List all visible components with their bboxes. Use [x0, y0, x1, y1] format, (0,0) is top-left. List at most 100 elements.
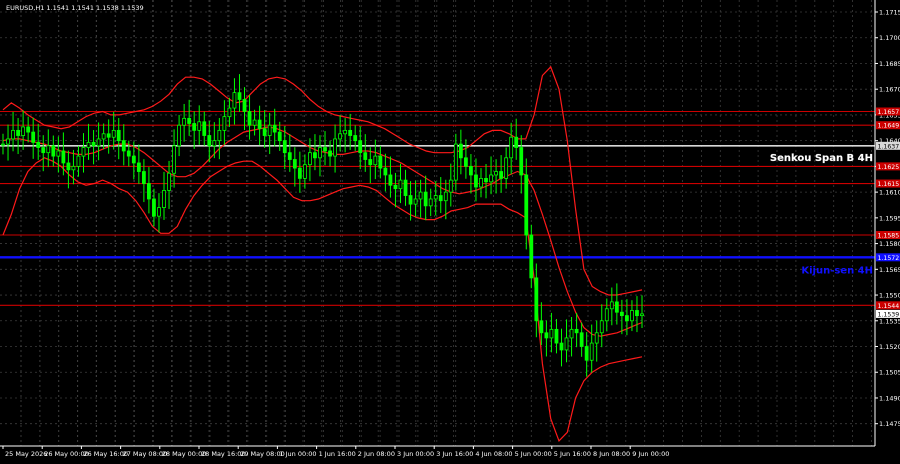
candle-body	[71, 165, 76, 171]
candle-body	[101, 133, 106, 140]
candle-body	[418, 191, 423, 200]
y-tick-label: 1.1550	[879, 292, 900, 300]
senkou-label: Senkou Span B 4H	[770, 153, 873, 164]
candle-body	[96, 138, 101, 147]
candle-body	[212, 140, 217, 147]
candle-body	[187, 117, 192, 124]
candle-body	[363, 152, 368, 160]
x-tick-label: 29 May 08:00	[240, 450, 285, 458]
candle-body	[438, 195, 443, 202]
candle-body	[484, 177, 488, 183]
candle-body	[494, 171, 498, 176]
candle-body	[423, 191, 428, 207]
candle-body	[76, 155, 81, 167]
candle-body	[554, 328, 559, 344]
candle-body	[157, 207, 161, 217]
candle-body	[207, 135, 212, 147]
candle-body	[21, 126, 26, 136]
candle-body	[358, 140, 363, 154]
candle-body	[353, 135, 358, 142]
candle-body	[242, 99, 247, 112]
candle-body	[524, 174, 529, 236]
candle-body	[323, 147, 327, 152]
x-tick-label: 27 May 08:00	[123, 450, 168, 458]
candle-body	[584, 346, 589, 361]
candle-body	[453, 143, 458, 181]
y-tick-label: 1.1580	[879, 240, 900, 248]
candle-body	[448, 179, 453, 193]
price-tag-label: 1.1615	[878, 181, 900, 188]
candle-body	[41, 147, 46, 154]
candle-body	[292, 159, 297, 169]
candle-body	[609, 301, 614, 310]
y-tick-label: 1.1595	[879, 214, 900, 222]
candle-body	[640, 313, 644, 317]
candle-body	[614, 301, 619, 313]
chart-background	[0, 0, 900, 460]
x-tick-label: 3 Jun 16:00	[436, 450, 473, 458]
candle-body	[519, 147, 524, 176]
candle-body	[91, 141, 96, 147]
y-tick-label: 1.1685	[879, 60, 900, 68]
candle-body	[443, 191, 448, 202]
x-tick-label: 5 Jun 00:00	[515, 450, 552, 458]
candle-body	[262, 128, 267, 136]
candle-body	[131, 155, 136, 164]
candle-body	[509, 136, 514, 159]
candle-body	[61, 150, 66, 164]
candle-body	[564, 337, 569, 351]
candle-body	[428, 198, 433, 207]
candle-body	[393, 184, 398, 190]
candle-body	[257, 119, 262, 130]
candle-body	[499, 171, 504, 179]
candle-body	[313, 152, 317, 159]
candle-body	[252, 119, 257, 126]
candle-body	[368, 159, 373, 166]
candle-body	[544, 332, 549, 339]
candle-body	[232, 92, 237, 109]
candle-body	[635, 310, 639, 317]
y-tick-label: 1.1565	[879, 266, 900, 274]
x-tick-label: 3 Jun 00:00	[397, 450, 434, 458]
candle-body	[408, 195, 413, 205]
y-tick-label: 1.1505	[879, 369, 900, 377]
candle-body	[56, 150, 61, 157]
candle-body	[227, 107, 232, 118]
candle-body	[619, 311, 624, 317]
x-tick-label: 4 Jun 08:00	[475, 450, 512, 458]
kijun-label: Kijun-sen 4H	[801, 265, 873, 276]
candle-body	[222, 116, 227, 131]
candle-body	[297, 167, 302, 179]
price-chart[interactable]: 1.1475 1.1490 1.1505 1.1520 1.1535 1.1550 1.15…	[0, 0, 900, 460]
candle-body	[287, 152, 292, 160]
candle-body	[302, 164, 307, 179]
price-tag-label: 1.1657	[878, 109, 900, 116]
candle-body	[373, 155, 378, 166]
candle-body	[51, 145, 56, 157]
candle-body	[599, 320, 604, 334]
chart-window[interactable]: 1.1475 1.1490 1.1505 1.1520 1.1535 1.1550 1.15…	[0, 0, 900, 460]
candle-body	[86, 141, 91, 148]
y-tick-label: 1.1490	[879, 394, 900, 402]
candle-body	[141, 171, 146, 184]
candle-body	[463, 157, 468, 167]
candle-body	[413, 198, 418, 205]
x-tick-label: 28 May 00:00	[162, 450, 207, 458]
y-tick-label: 1.1670	[879, 86, 900, 94]
candle-body	[534, 277, 539, 322]
candle-body	[474, 174, 478, 188]
candle-body	[549, 328, 554, 339]
y-tick-label: 1.1520	[879, 343, 900, 351]
candle-body	[147, 183, 151, 200]
candle-body	[26, 126, 31, 133]
symbol-info: EURUSD,H1 1.1541 1.1541 1.1538 1.1539	[6, 4, 144, 12]
candle-body	[333, 138, 337, 157]
candle-body	[247, 111, 252, 126]
candle-body	[66, 162, 71, 171]
candle-body	[172, 145, 176, 174]
candle-body	[152, 198, 156, 217]
x-tick-label: 25 May 2026	[5, 450, 47, 458]
candle-body	[378, 155, 383, 169]
candle-body	[46, 145, 51, 154]
y-tick-label: 1.1610	[879, 189, 900, 197]
